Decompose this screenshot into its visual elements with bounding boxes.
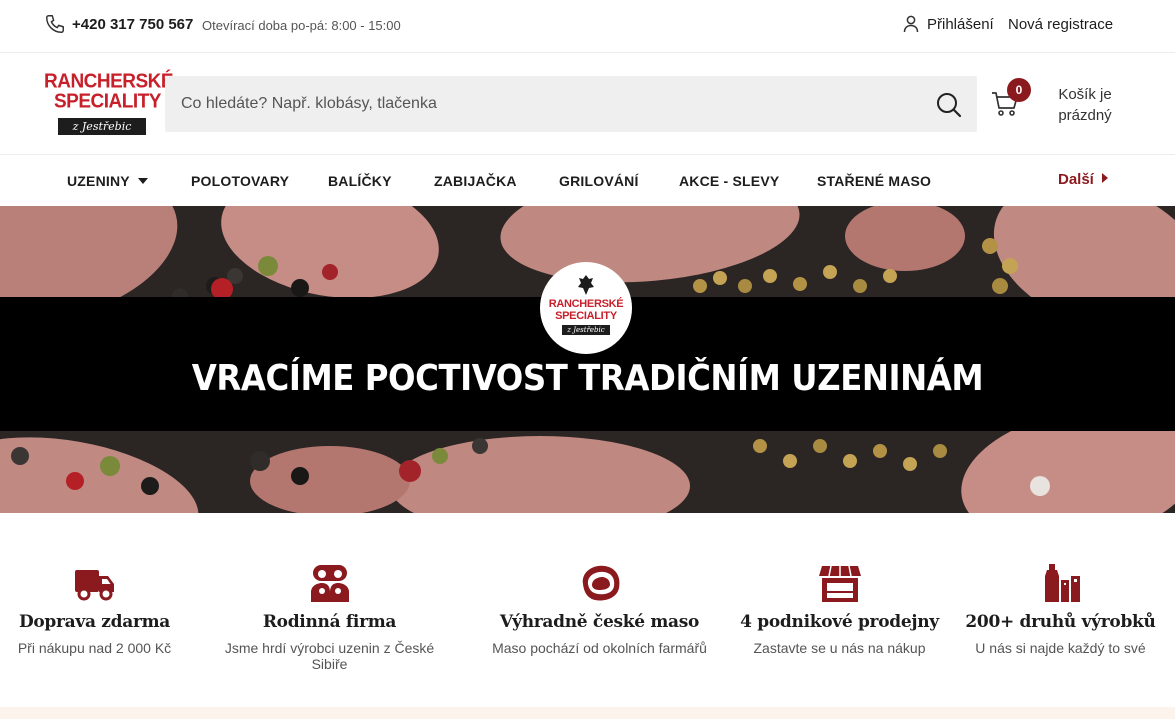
family-icon (310, 565, 349, 602)
search-box (165, 76, 977, 132)
feature-czech-meat: Výhradně české maso Maso pochází od okol… (482, 562, 717, 656)
hero-logo-ribbon: z Jestřebic (562, 325, 610, 335)
feature-title: Výhradně české maso (499, 612, 700, 632)
hero-logo-badge: RANCHERSKÉ SPECIALITY z Jestřebic (540, 262, 632, 354)
logo-line-2: SPECIALITY (54, 90, 161, 113)
login-link[interactable]: Přihlášení (927, 16, 994, 33)
search-input[interactable] (165, 76, 925, 132)
feature-title: Rodinná firma (262, 612, 397, 632)
nav-item-grilovani[interactable]: GRILOVÁNÍ (559, 173, 639, 189)
nav-item-starene-maso[interactable]: STAŘENÉ MASO (817, 173, 931, 189)
hero-banner[interactable]: RANCHERSKÉ SPECIALITY z Jestřebic VRACÍM… (0, 206, 1175, 513)
nav-item-label: UZENINY (67, 173, 130, 189)
nav-more-label: Další (1058, 171, 1094, 188)
coat-of-arms-icon (578, 275, 594, 295)
search-icon[interactable] (936, 92, 962, 118)
logo-line-1: RANCHERSKÉ (44, 70, 174, 93)
logo[interactable]: RANCHERSKÉ SPECIALITY z Jestřebic (44, 70, 174, 138)
nav-item-zabijacka[interactable]: ZABIJAČKA (434, 173, 517, 189)
feature-stores: 4 podnikové prodejny Zastavte se u nás n… (722, 562, 957, 656)
truck-icon (74, 570, 114, 601)
nav-item-polotovary[interactable]: POLOTOVARY (191, 173, 289, 189)
chevron-right-icon (1101, 173, 1108, 183)
main-nav: UZENINY POLOTOVARY BALÍČKY ZABIJAČKA GRI… (0, 154, 1175, 206)
nav-item-uzeniny[interactable]: UZENINY (67, 173, 148, 189)
feature-subtitle: Při nákupu nad 2 000 Kč (17, 640, 172, 656)
opening-hours: Otevírací doba po-pá: 8:00 - 15:00 (202, 18, 401, 33)
phone-icon (46, 15, 64, 33)
cart-count-badge: 0 (1007, 78, 1031, 102)
hero-title: VRACÍME POCTIVOST TRADIČNÍM UZENINÁM (191, 358, 984, 399)
feature-subtitle: Maso pochází od okolních farmářů (492, 640, 707, 656)
nav-item-balicky[interactable]: BALÍČKY (328, 173, 392, 189)
register-link[interactable]: Nová registrace (1008, 16, 1113, 33)
feature-title: 200+ druhů výrobků (965, 612, 1156, 632)
cart-status[interactable]: Košík je prázdný (1040, 84, 1130, 126)
feature-title: Doprava zdarma (18, 612, 171, 632)
logo-ribbon: z Jestřebic (58, 118, 146, 135)
chevron-down-icon (137, 178, 148, 184)
nav-item-akce-slevy[interactable]: AKCE - SLEVY (679, 173, 779, 189)
feature-products: 200+ druhů výrobků U nás si najde každý … (943, 562, 1175, 656)
feature-title: 4 podnikové prodejny (740, 612, 939, 632)
feature-subtitle: U nás si najde každý to své (975, 640, 1146, 656)
hero-logo-line-2: SPECIALITY (555, 310, 617, 322)
feature-family-company: Rodinná firma Jsme hrdí výrobci uzenin z… (212, 562, 447, 672)
meat-icon (582, 565, 619, 601)
phone-number-link[interactable]: +420 317 750 567 (72, 16, 193, 33)
nav-more-button[interactable]: Další (1058, 171, 1108, 188)
feature-subtitle: Zastavte se u nás na nákup (753, 640, 926, 656)
store-icon (818, 565, 861, 602)
next-section-edge (0, 707, 1175, 719)
feature-free-shipping: Doprava zdarma Při nákupu nad 2 000 Kč (0, 562, 212, 656)
products-icon (1044, 564, 1080, 602)
hero-logo-line-1: RANCHERSKÉ (548, 298, 624, 310)
feature-subtitle: Jsme hrdí výrobci uzenin z České Sibiře (224, 640, 435, 672)
top-bar: +420 317 750 567 Otevírací doba po-pá: 8… (0, 0, 1175, 53)
user-icon (903, 15, 919, 33)
